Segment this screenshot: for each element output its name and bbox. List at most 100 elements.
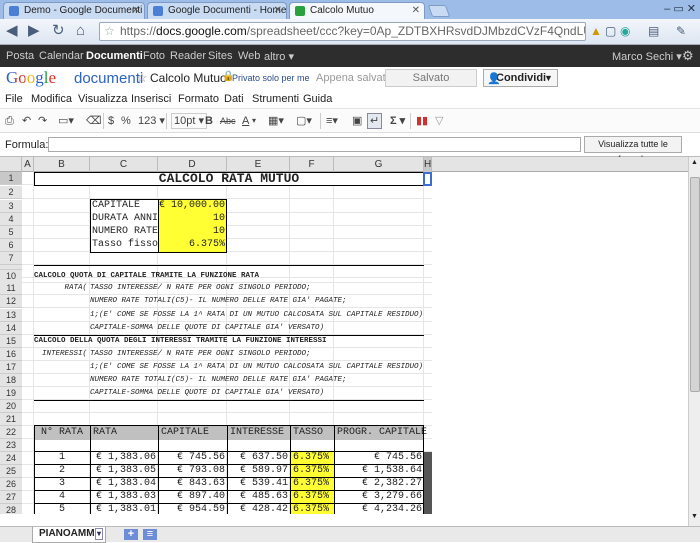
sheet-title[interactable]: CALCOLO RATA MUTUO bbox=[34, 172, 424, 186]
row-header[interactable]: 19 bbox=[0, 387, 22, 400]
scroll-down-icon[interactable]: ▼ bbox=[691, 513, 698, 520]
note2-line[interactable]: 1;(E' COME SE FOSSE LA 1^ RATA DI UN MUT… bbox=[90, 361, 424, 374]
google-logo[interactable]: Google bbox=[6, 68, 56, 88]
row-header[interactable]: 3 bbox=[0, 200, 22, 213]
note2-title[interactable]: CALCOLO DELLA QUOTA DEGLI INTERESSI TRAM… bbox=[34, 335, 424, 348]
column-header[interactable]: F bbox=[290, 157, 334, 172]
table-header[interactable]: CAPITALE bbox=[158, 426, 227, 440]
close-tab-icon[interactable]: ✕ bbox=[412, 3, 420, 18]
wrap-text-icon[interactable]: ↵ bbox=[367, 113, 383, 129]
row-header[interactable]: 13 bbox=[0, 309, 22, 322]
note2-line[interactable]: CAPITALE-SOMMA DELLE QUOTE DI CAPITALE G… bbox=[90, 387, 424, 400]
chevron-down-icon[interactable]: ▼ bbox=[544, 73, 553, 83]
back-icon[interactable]: ◀ bbox=[6, 22, 18, 40]
align-icon[interactable]: ≡▾ bbox=[326, 113, 338, 129]
close-tab-icon[interactable]: ✕ bbox=[274, 3, 282, 18]
reload-icon[interactable]: ↻ bbox=[52, 22, 65, 40]
rate-number[interactable]: 5 bbox=[34, 504, 90, 514]
window-controls[interactable]: – ▭ ✕ bbox=[664, 2, 696, 15]
menu-modifica[interactable]: Modifica bbox=[31, 93, 72, 105]
row-header[interactable]: 26 bbox=[0, 478, 22, 491]
row-header[interactable]: 12 bbox=[0, 295, 22, 308]
row-header[interactable]: 20 bbox=[0, 400, 22, 413]
table-cell[interactable]: 6.375% bbox=[290, 504, 334, 514]
param-value[interactable]: 10 bbox=[158, 213, 227, 226]
table-cell[interactable]: € 1,383.01 bbox=[90, 504, 158, 514]
menu-strumenti[interactable]: Strumenti bbox=[252, 93, 299, 105]
page-menu-icon[interactable]: ▢ bbox=[605, 22, 616, 40]
user-menu[interactable]: Marco Sechi ▾ bbox=[612, 50, 682, 63]
column-header[interactable]: G bbox=[334, 157, 424, 172]
row-header[interactable]: 6 bbox=[0, 239, 22, 252]
row-header[interactable]: 4 bbox=[0, 213, 22, 226]
table-cell[interactable]: € 954.59 bbox=[158, 504, 227, 514]
page-icon[interactable]: ▤ bbox=[648, 22, 659, 40]
extension-icon[interactable]: ◉ bbox=[620, 22, 630, 40]
column-header[interactable]: B bbox=[34, 157, 90, 172]
gbar-sites[interactable]: Sites bbox=[208, 50, 232, 62]
show-all-formulas-button[interactable]: Visualizza tutte le formule bbox=[584, 136, 682, 164]
row-header[interactable]: 24 bbox=[0, 452, 22, 465]
param-value[interactable]: € 10,000.00 bbox=[158, 200, 227, 213]
table-header[interactable]: TASSO bbox=[290, 426, 334, 440]
gbar-web[interactable]: Web bbox=[238, 50, 260, 62]
table-header[interactable]: RATA bbox=[90, 426, 158, 440]
borders-icon[interactable]: ▢▾ bbox=[296, 113, 312, 129]
forward-icon[interactable]: ▶ bbox=[28, 22, 40, 40]
bookmark-star-icon[interactable]: ☆ bbox=[104, 23, 115, 40]
sheet-tab-pianoamm[interactable]: PIANOAMM ▾ bbox=[32, 527, 106, 543]
column-header[interactable]: E bbox=[227, 157, 290, 172]
menu-guida[interactable]: Guida bbox=[303, 93, 332, 105]
gbar-calendar[interactable]: Calendar bbox=[39, 50, 84, 62]
browser-tab-calcolo-mutuo[interactable]: Calcolo Mutuo ✕ bbox=[289, 2, 425, 19]
new-tab-button[interactable] bbox=[427, 5, 451, 17]
redo-icon[interactable]: ↷ bbox=[38, 113, 47, 129]
menu-dati[interactable]: Dati bbox=[224, 93, 244, 105]
warning-icon[interactable]: ▲ bbox=[590, 22, 602, 40]
row-header[interactable]: 1 bbox=[0, 172, 22, 185]
undo-icon[interactable]: ↶ bbox=[22, 113, 31, 129]
sum-button[interactable]: Σ ▾ bbox=[390, 113, 405, 129]
note2-fn[interactable]: INTERESSI( bbox=[34, 348, 89, 361]
row-header[interactable]: 28 bbox=[0, 504, 22, 514]
text-color-button[interactable]: A bbox=[242, 113, 249, 129]
spreadsheet-grid[interactable]: A B C D E F G H 1 2 3 4 5 6 7 10 11 12 13 14 15 16 17 1… bbox=[0, 157, 688, 514]
menu-visualizza[interactable]: Visualizza bbox=[78, 93, 127, 105]
bold-button[interactable]: B bbox=[205, 113, 213, 129]
column-header[interactable]: C bbox=[90, 157, 158, 172]
row-header[interactable]: 23 bbox=[0, 439, 22, 452]
gbar-reader[interactable]: Reader bbox=[170, 50, 206, 62]
font-size-dropdown[interactable]: 10pt ▾ bbox=[171, 113, 207, 129]
star-icon[interactable]: ☆ bbox=[136, 70, 148, 86]
note2-line[interactable]: NUMERO RATE TOTALI(C5)- IL NUMERO DELLE … bbox=[90, 374, 424, 387]
documenti-logo[interactable]: documenti bbox=[74, 70, 143, 87]
param-value[interactable]: 10 bbox=[158, 226, 227, 239]
gbar-documenti[interactable]: Documenti bbox=[86, 50, 143, 62]
sheet-list-button[interactable]: ≡ bbox=[143, 529, 157, 540]
row-header[interactable]: 16 bbox=[0, 348, 22, 361]
strikethrough-button[interactable]: Abc bbox=[220, 113, 236, 129]
chart-icon[interactable]: ▮▮ bbox=[416, 113, 428, 129]
column-header[interactable]: A bbox=[22, 157, 34, 172]
row-header[interactable]: 18 bbox=[0, 374, 22, 387]
browser-tab-home[interactable]: Google Documenti - Home ... ✕ bbox=[147, 2, 287, 19]
row-header[interactable]: 7 bbox=[0, 252, 22, 265]
selected-cell[interactable] bbox=[423, 172, 432, 186]
merge-cells-icon[interactable]: ▣ bbox=[352, 113, 362, 129]
menu-inserisci[interactable]: Inserisci bbox=[131, 93, 171, 105]
table-cell[interactable]: € 428.42 bbox=[227, 504, 290, 514]
paint-format-icon[interactable]: ▭▾ bbox=[58, 113, 74, 129]
row-header[interactable]: 17 bbox=[0, 361, 22, 374]
menu-formato[interactable]: Formato bbox=[178, 93, 219, 105]
menu-file[interactable]: File bbox=[5, 93, 23, 105]
row-header[interactable]: 27 bbox=[0, 491, 22, 504]
scroll-up-icon[interactable]: ▲ bbox=[691, 159, 698, 166]
row-header[interactable]: 21 bbox=[0, 413, 22, 426]
formula-input[interactable] bbox=[48, 137, 581, 152]
row-header[interactable]: 15 bbox=[0, 335, 22, 348]
note1-line[interactable]: 1;(E' COME SE FOSSE LA 1^ RATA DI UN MUT… bbox=[90, 309, 424, 322]
scroll-thumb[interactable] bbox=[690, 177, 700, 392]
saved-button[interactable]: Salvato bbox=[385, 69, 477, 87]
fill-color-icon[interactable]: ▦▾ bbox=[268, 113, 284, 129]
param-label[interactable]: Tasso fisso bbox=[90, 239, 158, 252]
